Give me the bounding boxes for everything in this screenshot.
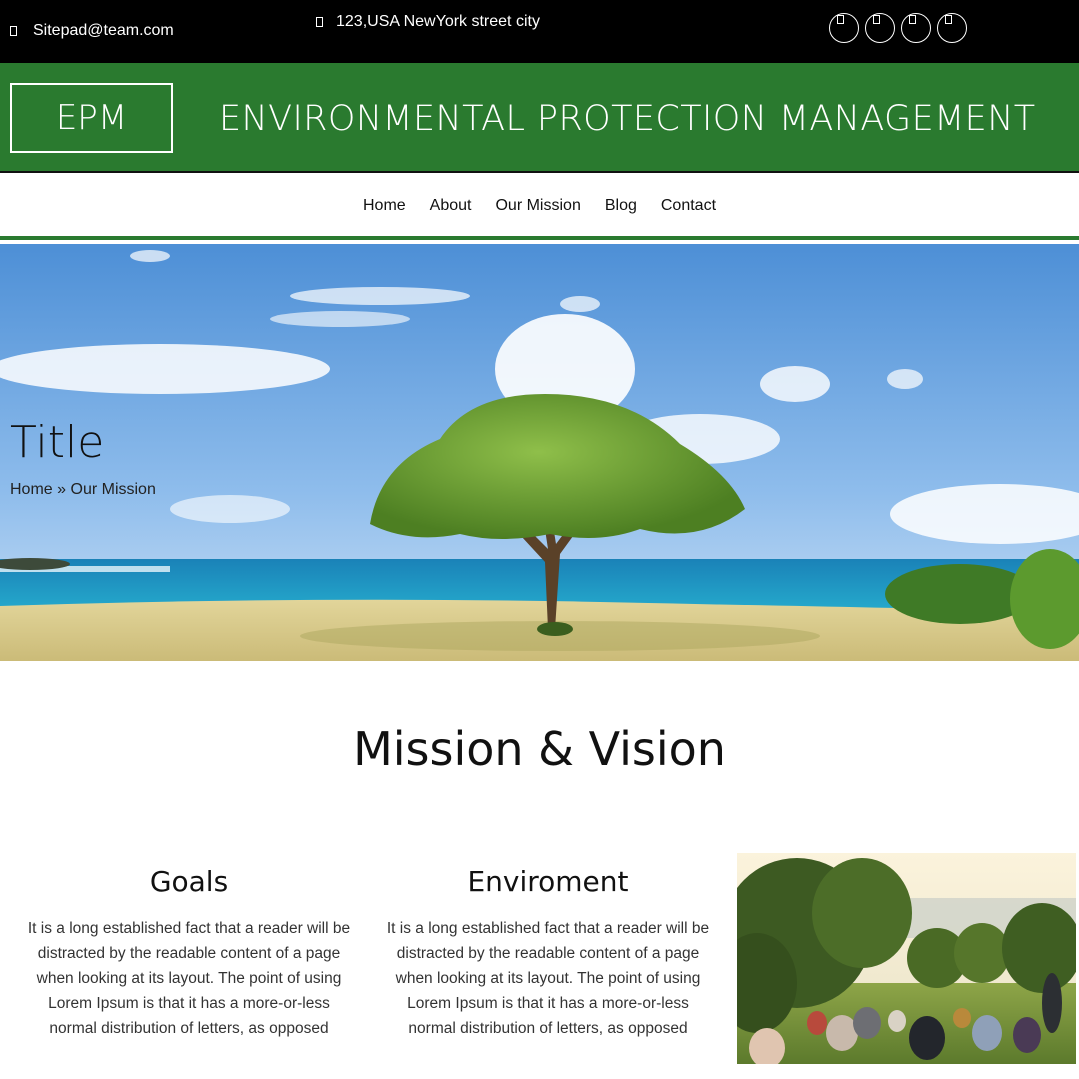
mail-icon	[10, 26, 17, 36]
environment-column: Enviroment It is a long established fact…	[383, 865, 713, 1041]
main-nav: Home About Our Mission Blog Contact	[0, 175, 1079, 240]
goals-column: Goals It is a long established fact that…	[24, 865, 354, 1041]
email-text: Sitepad@team.com	[33, 22, 174, 39]
goals-text: It is a long established fact that a rea…	[27, 920, 351, 1037]
breadcrumb: Home » Our Mission	[10, 481, 156, 499]
hero-banner: Title Home » Our Mission	[0, 244, 1079, 661]
hero-background-image	[0, 244, 1079, 661]
social-icon	[873, 15, 880, 24]
environment-heading: Enviroment	[467, 865, 629, 898]
site-header: EPM ENVIRONMENTAL PROTECTION MANAGEMENT	[0, 63, 1079, 173]
environment-text: It is a long established fact that a rea…	[386, 920, 710, 1037]
site-logo[interactable]: EPM	[10, 83, 173, 153]
social-link-3[interactable]	[901, 13, 931, 43]
section-title: Mission & Vision	[353, 722, 726, 776]
contact-email[interactable]: Sitepad@team.com	[10, 22, 174, 40]
top-bar: Sitepad@team.com 123,USA NewYork street …	[0, 0, 1079, 63]
breadcrumb-current: Our Mission	[70, 481, 156, 498]
social-links	[829, 13, 967, 43]
breadcrumb-separator: »	[57, 481, 67, 498]
contact-address: 123,USA NewYork street city	[316, 13, 540, 31]
social-icon	[945, 15, 952, 24]
location-icon	[316, 17, 323, 27]
nav-item-contact[interactable]: Contact	[661, 197, 716, 215]
park-photo-illustration	[737, 853, 1076, 1064]
social-link-2[interactable]	[865, 13, 895, 43]
social-link-4[interactable]	[937, 13, 967, 43]
nav-item-blog[interactable]: Blog	[605, 197, 637, 215]
social-icon	[837, 15, 844, 24]
park-crowd-image	[737, 853, 1076, 1064]
social-link-1[interactable]	[829, 13, 859, 43]
nav-item-about[interactable]: About	[430, 197, 472, 215]
site-title: ENVIRONMENTAL PROTECTION MANAGEMENT	[219, 99, 1036, 139]
nav-item-our-mission[interactable]: Our Mission	[495, 197, 580, 215]
address-text: 123,USA NewYork street city	[336, 13, 540, 30]
page-title: Title	[10, 417, 105, 468]
breadcrumb-home-link[interactable]: Home	[10, 481, 53, 498]
social-icon	[909, 15, 916, 24]
nav-item-home[interactable]: Home	[363, 197, 406, 215]
goals-heading: Goals	[149, 865, 229, 898]
